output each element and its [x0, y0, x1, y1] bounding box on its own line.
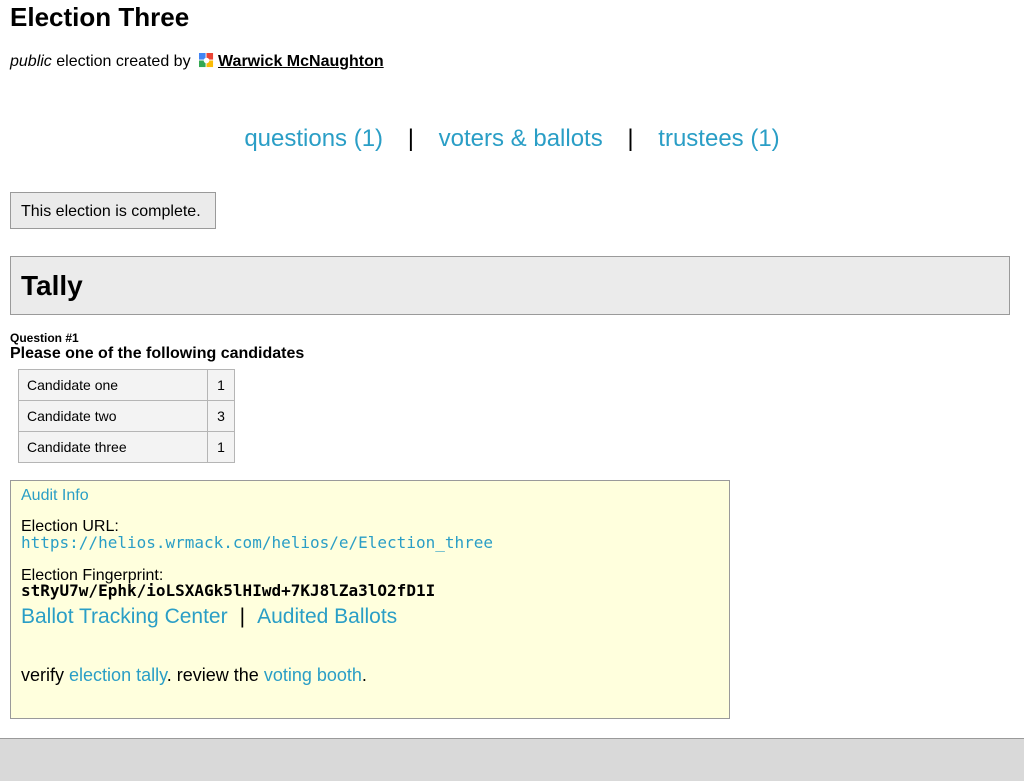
- nav-separator: |: [627, 125, 634, 152]
- question-text: Please one of the following candidates: [10, 345, 305, 362]
- election-fingerprint: stRyU7w/Ephk/ioLSXAGk5lHIwd+7KJ8lZa3lO2f…: [21, 581, 436, 600]
- results-table: Candidate one 1 Candidate two 3 Candidat…: [18, 369, 235, 463]
- nav-voters-link[interactable]: voters & ballots: [439, 125, 603, 152]
- election-nav: questions (1) | voters & ballots | trust…: [10, 124, 1014, 154]
- election-url-link[interactable]: https://helios.wrmack.com/helios/e/Elect…: [21, 534, 493, 552]
- table-row: Candidate one 1: [18, 369, 235, 401]
- google-icon: [199, 53, 214, 68]
- ballot-tracking-center-link[interactable]: Ballot Tracking Center: [21, 605, 228, 628]
- candidate-count: 1: [207, 431, 235, 463]
- election-visibility: public: [10, 53, 52, 70]
- verify-prefix: verify: [21, 665, 65, 685]
- nav-trustees-link[interactable]: trustees (1): [658, 125, 779, 152]
- candidate-name: Candidate one: [18, 369, 208, 401]
- candidate-name: Candidate three: [18, 431, 208, 463]
- tally-heading: Tally: [21, 270, 83, 301]
- created-by-text: election created by: [56, 53, 191, 70]
- audit-info-box: Audit Info Election URL: https://helios.…: [10, 480, 730, 719]
- election-byline: public election created by Warwick McNau…: [10, 52, 384, 72]
- question-number: Question #1: [10, 331, 79, 345]
- table-row: Candidate three 1: [18, 431, 235, 463]
- election-status-box: This election is complete.: [10, 192, 216, 229]
- election-tally-link[interactable]: election tally: [69, 665, 167, 685]
- candidate-name: Candidate two: [18, 400, 208, 432]
- audit-links: Ballot Tracking Center | Audited Ballots: [21, 603, 397, 631]
- admin-name-link[interactable]: Warwick McNaughton: [218, 53, 384, 70]
- nav-separator: |: [407, 125, 414, 152]
- review-prefix: . review the: [166, 665, 259, 685]
- audited-ballots-link[interactable]: Audited Ballots: [257, 605, 397, 628]
- footer-bar: [0, 738, 1024, 781]
- tally-header: Tally: [10, 256, 1010, 315]
- candidate-count: 1: [207, 369, 235, 401]
- review-suffix: .: [361, 665, 367, 685]
- election-title: Election Three: [10, 2, 190, 32]
- voting-booth-link[interactable]: voting booth: [264, 665, 362, 685]
- audit-info-toggle[interactable]: Audit Info: [21, 487, 89, 505]
- table-row: Candidate two 3: [18, 400, 235, 432]
- verify-line: verify election tally. review the voting…: [21, 664, 367, 686]
- audit-links-separator: |: [239, 605, 246, 628]
- nav-questions-link[interactable]: questions (1): [244, 125, 383, 152]
- candidate-count: 3: [207, 400, 235, 432]
